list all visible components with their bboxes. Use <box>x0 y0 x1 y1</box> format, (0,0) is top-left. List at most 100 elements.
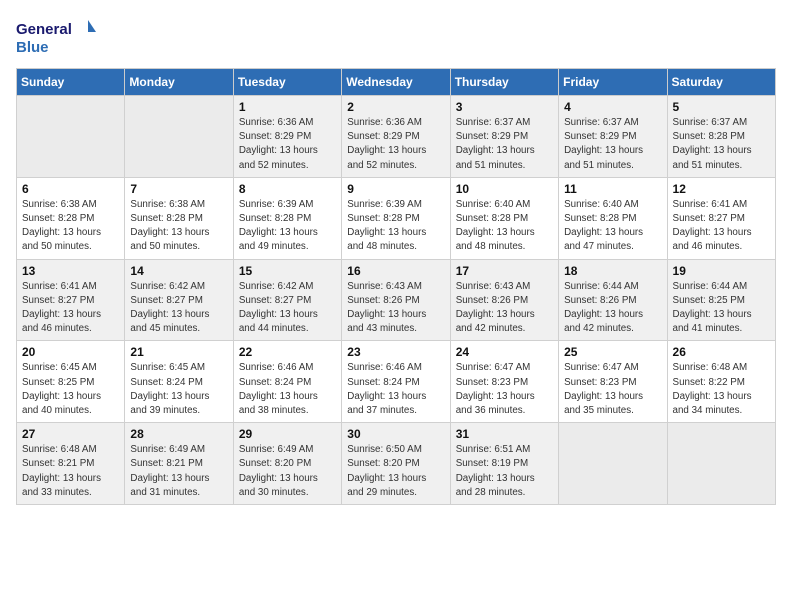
day-info: Sunrise: 6:40 AMSunset: 8:28 PMDaylight:… <box>564 198 661 255</box>
calendar-day-cell: 10Sunrise: 6:40 AMSunset: 8:28 PMDayligh… <box>450 177 558 259</box>
calendar-day-cell: 28 Sunrise: 6:49 AMSunset: 8:21 PMDayligh… <box>125 423 233 505</box>
day-number: 16 <box>347 264 444 278</box>
calendar-day-cell: 21 Sunrise: 6:45 AMSunset: 8:24 PMDayligh… <box>125 341 233 423</box>
weekday-header: Friday <box>559 69 667 96</box>
calendar-day-cell <box>667 423 775 505</box>
calendar-day-cell: 20Sunrise: 6:45 AMSunset: 8:25 PMDayligh… <box>17 341 125 423</box>
day-number: 4 <box>564 100 661 114</box>
day-number: 15 <box>239 264 336 278</box>
day-number: 5 <box>673 100 770 114</box>
calendar-day-cell: 24 Sunrise: 6:47 AMSunset: 8:23 PMDayligh… <box>450 341 558 423</box>
day-number: 27 <box>22 427 119 441</box>
svg-text:General: General <box>16 21 72 38</box>
calendar-day-cell: 22Sunrise: 6:46 AMSunset: 8:24 PMDayligh… <box>233 341 341 423</box>
calendar-week-row: 1Sunrise: 6:36 AMSunset: 8:29 PMDaylight… <box>17 96 776 178</box>
calendar-day-cell <box>125 96 233 178</box>
day-number: 21 <box>130 345 227 359</box>
calendar-day-cell: 7Sunrise: 6:38 AMSunset: 8:28 PMDaylight… <box>125 177 233 259</box>
calendar-day-cell: 13 Sunrise: 6:41 AMSunset: 8:27 PMDayligh… <box>17 259 125 341</box>
calendar-day-cell: 30 Sunrise: 6:50 AMSunset: 8:20 PMDayligh… <box>342 423 450 505</box>
weekday-header: Sunday <box>17 69 125 96</box>
day-info: Sunrise: 6:41 AMSunset: 8:27 PMDaylight:… <box>673 198 770 255</box>
calendar-day-cell <box>17 96 125 178</box>
day-info: Sunrise: 6:38 AMSunset: 8:28 PMDaylight:… <box>22 198 119 255</box>
calendar-day-cell: 17 Sunrise: 6:43 AMSunset: 8:26 PMDayligh… <box>450 259 558 341</box>
calendar-day-cell: 23Sunrise: 6:46 AMSunset: 8:24 PMDayligh… <box>342 341 450 423</box>
day-info: Sunrise: 6:45 AMSunset: 8:24 PMDaylight:… <box>130 361 227 418</box>
day-info: Sunrise: 6:50 AMSunset: 8:20 PMDaylight:… <box>347 443 444 500</box>
day-number: 26 <box>673 345 770 359</box>
day-info: Sunrise: 6:42 AMSunset: 8:27 PMDaylight:… <box>130 280 227 337</box>
calendar-week-row: 6Sunrise: 6:38 AMSunset: 8:28 PMDaylight… <box>17 177 776 259</box>
weekday-header: Wednesday <box>342 69 450 96</box>
day-number: 14 <box>130 264 227 278</box>
weekday-header: Saturday <box>667 69 775 96</box>
day-info: Sunrise: 6:51 AMSunset: 8:19 PMDaylight:… <box>456 443 553 500</box>
svg-text:Blue: Blue <box>16 39 49 56</box>
day-number: 22 <box>239 345 336 359</box>
day-info: Sunrise: 6:40 AMSunset: 8:28 PMDaylight:… <box>456 198 553 255</box>
day-info: Sunrise: 6:39 AMSunset: 8:28 PMDaylight:… <box>347 198 444 255</box>
page-header: General Blue <box>16 16 776 58</box>
day-info: Sunrise: 6:39 AMSunset: 8:28 PMDaylight:… <box>239 198 336 255</box>
calendar-day-cell: 19 Sunrise: 6:44 AMSunset: 8:25 PMDayligh… <box>667 259 775 341</box>
day-number: 3 <box>456 100 553 114</box>
calendar-day-cell: 25Sunrise: 6:47 AMSunset: 8:23 PMDayligh… <box>559 341 667 423</box>
day-info: Sunrise: 6:37 AMSunset: 8:29 PMDaylight:… <box>564 116 661 173</box>
calendar-day-cell: 2 Sunrise: 6:36 AMSunset: 8:29 PMDaylight… <box>342 96 450 178</box>
day-number: 30 <box>347 427 444 441</box>
calendar-table: SundayMondayTuesdayWednesdayThursdayFrid… <box>16 68 776 505</box>
calendar-day-cell: 3 Sunrise: 6:37 AMSunset: 8:29 PMDaylight… <box>450 96 558 178</box>
day-number: 12 <box>673 182 770 196</box>
calendar-day-cell: 8 Sunrise: 6:39 AMSunset: 8:28 PMDaylight… <box>233 177 341 259</box>
calendar-day-cell: 15 Sunrise: 6:42 AMSunset: 8:27 PMDayligh… <box>233 259 341 341</box>
day-info: Sunrise: 6:37 AMSunset: 8:29 PMDaylight:… <box>456 116 553 173</box>
calendar-day-cell: 29 Sunrise: 6:49 AMSunset: 8:20 PMDayligh… <box>233 423 341 505</box>
calendar-day-cell: 18Sunrise: 6:44 AMSunset: 8:26 PMDayligh… <box>559 259 667 341</box>
day-info: Sunrise: 6:42 AMSunset: 8:27 PMDaylight:… <box>239 280 336 337</box>
calendar-day-cell: 26 Sunrise: 6:48 AMSunset: 8:22 PMDayligh… <box>667 341 775 423</box>
calendar-header-row: SundayMondayTuesdayWednesdayThursdayFrid… <box>17 69 776 96</box>
calendar-week-row: 13 Sunrise: 6:41 AMSunset: 8:27 PMDayligh… <box>17 259 776 341</box>
logo: General Blue <box>16 16 96 58</box>
day-number: 31 <box>456 427 553 441</box>
day-info: Sunrise: 6:36 AMSunset: 8:29 PMDaylight:… <box>347 116 444 173</box>
day-number: 17 <box>456 264 553 278</box>
calendar-day-cell: 14 Sunrise: 6:42 AMSunset: 8:27 PMDayligh… <box>125 259 233 341</box>
day-info: Sunrise: 6:44 AMSunset: 8:25 PMDaylight:… <box>673 280 770 337</box>
day-number: 23 <box>347 345 444 359</box>
day-info: Sunrise: 6:41 AMSunset: 8:27 PMDaylight:… <box>22 280 119 337</box>
day-number: 13 <box>22 264 119 278</box>
day-info: Sunrise: 6:49 AMSunset: 8:20 PMDaylight:… <box>239 443 336 500</box>
weekday-header: Tuesday <box>233 69 341 96</box>
calendar-day-cell: 12 Sunrise: 6:41 AMSunset: 8:27 PMDayligh… <box>667 177 775 259</box>
day-info: Sunrise: 6:37 AMSunset: 8:28 PMDaylight:… <box>673 116 770 173</box>
day-number: 28 <box>130 427 227 441</box>
day-info: Sunrise: 6:47 AMSunset: 8:23 PMDaylight:… <box>564 361 661 418</box>
day-number: 18 <box>564 264 661 278</box>
day-number: 2 <box>347 100 444 114</box>
calendar-day-cell: 27Sunrise: 6:48 AMSunset: 8:21 PMDayligh… <box>17 423 125 505</box>
calendar-day-cell: 4 Sunrise: 6:37 AMSunset: 8:29 PMDaylight… <box>559 96 667 178</box>
day-number: 19 <box>673 264 770 278</box>
calendar-day-cell: 9Sunrise: 6:39 AMSunset: 8:28 PMDaylight… <box>342 177 450 259</box>
calendar-week-row: 27Sunrise: 6:48 AMSunset: 8:21 PMDayligh… <box>17 423 776 505</box>
day-number: 24 <box>456 345 553 359</box>
weekday-header: Thursday <box>450 69 558 96</box>
day-info: Sunrise: 6:47 AMSunset: 8:23 PMDaylight:… <box>456 361 553 418</box>
day-info: Sunrise: 6:36 AMSunset: 8:29 PMDaylight:… <box>239 116 336 173</box>
weekday-header: Monday <box>125 69 233 96</box>
day-info: Sunrise: 6:43 AMSunset: 8:26 PMDaylight:… <box>456 280 553 337</box>
calendar-day-cell: 16Sunrise: 6:43 AMSunset: 8:26 PMDayligh… <box>342 259 450 341</box>
calendar-day-cell: 11 Sunrise: 6:40 AMSunset: 8:28 PMDayligh… <box>559 177 667 259</box>
day-number: 8 <box>239 182 336 196</box>
day-info: Sunrise: 6:49 AMSunset: 8:21 PMDaylight:… <box>130 443 227 500</box>
calendar-day-cell: 5 Sunrise: 6:37 AMSunset: 8:28 PMDaylight… <box>667 96 775 178</box>
calendar-day-cell: 1Sunrise: 6:36 AMSunset: 8:29 PMDaylight… <box>233 96 341 178</box>
day-info: Sunrise: 6:48 AMSunset: 8:22 PMDaylight:… <box>673 361 770 418</box>
day-number: 11 <box>564 182 661 196</box>
day-info: Sunrise: 6:38 AMSunset: 8:28 PMDaylight:… <box>130 198 227 255</box>
day-number: 29 <box>239 427 336 441</box>
calendar-day-cell <box>559 423 667 505</box>
day-number: 20 <box>22 345 119 359</box>
